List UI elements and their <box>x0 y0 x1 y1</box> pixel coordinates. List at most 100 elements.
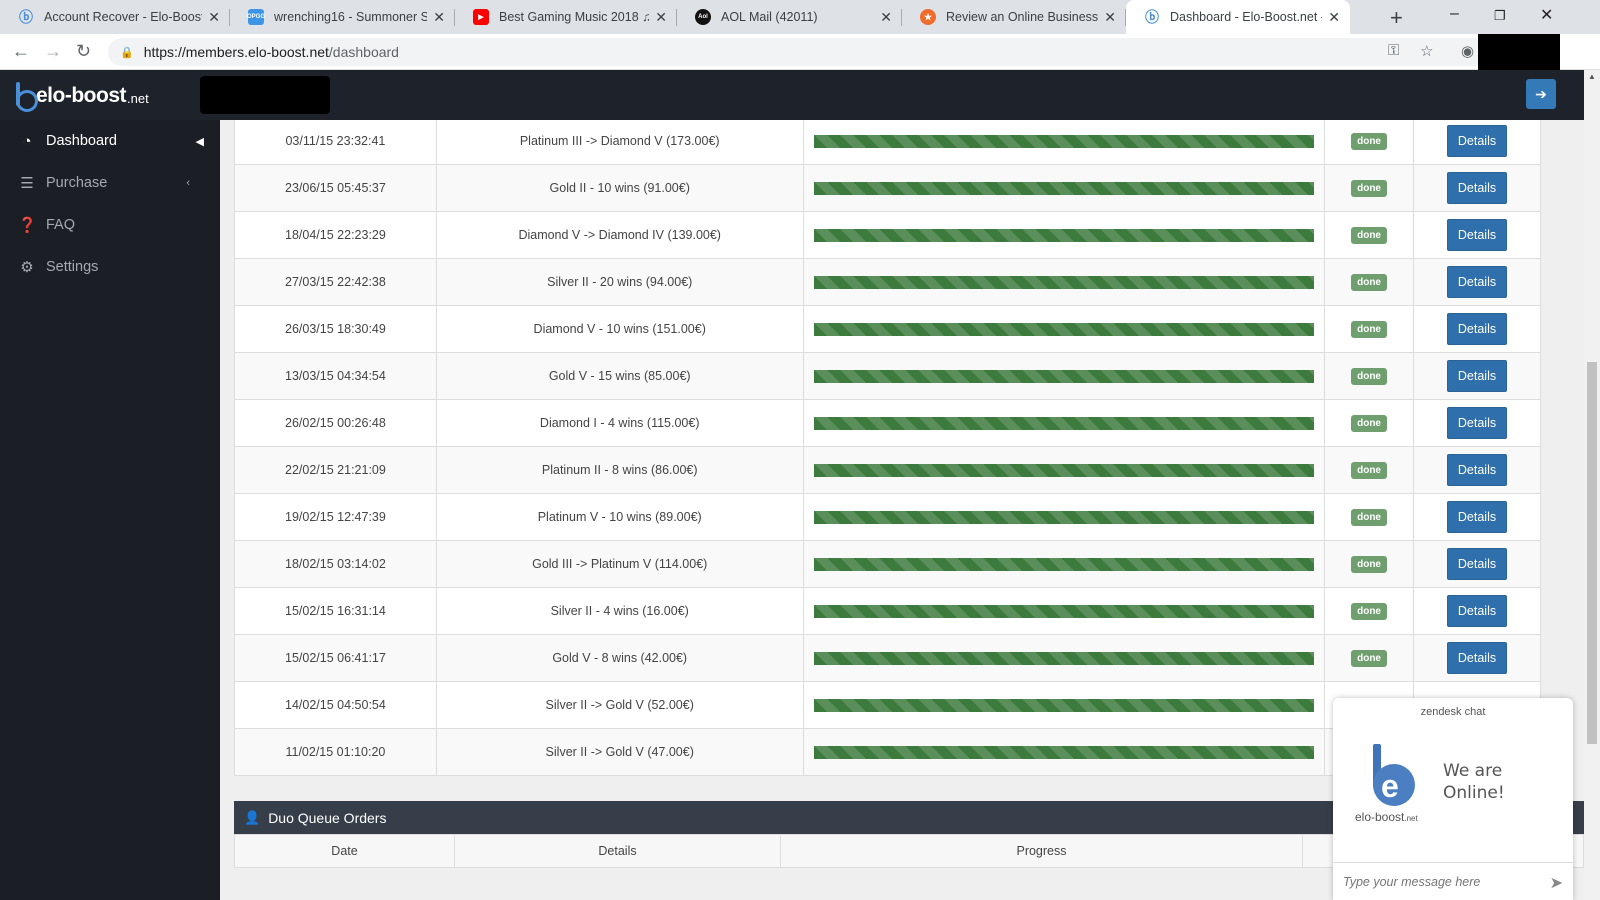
order-date: 23/06/15 05:45:37 <box>234 164 437 212</box>
page-scrollbar[interactable]: ▲ <box>1584 70 1600 900</box>
order-details: Diamond V - 10 wins (151.00€) <box>435 305 804 353</box>
details-button[interactable]: Details <box>1446 501 1508 533</box>
sidebar-item-label: FAQ <box>46 217 76 233</box>
order-status-cell: done <box>1324 305 1415 353</box>
site-logo[interactable]: elo-boost .net <box>16 82 149 112</box>
progress-bar <box>813 275 1315 289</box>
chat-logo-word: elo-boost.net <box>1355 810 1418 824</box>
details-button[interactable]: Details <box>1446 219 1508 251</box>
order-details: Platinum III -> Diamond V (173.00€) <box>435 120 804 165</box>
maximize-button[interactable]: ❐ <box>1494 8 1506 24</box>
order-action-cell: Details <box>1413 540 1541 588</box>
details-button[interactable]: Details <box>1446 266 1508 298</box>
order-date: 15/02/15 16:31:14 <box>234 587 437 635</box>
extension-icon[interactable]: ◉ <box>1461 42 1474 60</box>
elo-boost-icon: ⓑ <box>19 9 33 25</box>
url-input[interactable]: 🔒 https://members.elo-boost.net/dashboar… <box>108 38 1488 66</box>
sidebar-item-label: Purchase <box>46 175 108 191</box>
key-icon[interactable]: ⚿ <box>1388 42 1399 59</box>
order-date: 03/11/15 23:32:41 <box>234 120 437 165</box>
close-tab-icon[interactable]: ✕ <box>1328 9 1340 26</box>
new-tab-button[interactable]: + <box>1390 5 1403 31</box>
order-progress-cell <box>802 493 1326 541</box>
status-badge: done <box>1351 179 1387 197</box>
details-button[interactable]: Details <box>1446 125 1508 157</box>
logout-button[interactable]: ➔ <box>1526 79 1556 109</box>
order-progress-cell <box>802 399 1326 447</box>
order-status-cell: done <box>1324 352 1415 400</box>
details-button[interactable]: Details <box>1446 172 1508 204</box>
chat-status-message: We are Online! <box>1443 760 1505 804</box>
close-tab-icon[interactable]: ✕ <box>880 9 892 26</box>
table-row: 18/04/15 22:23:29 Diamond V -> Diamond IV… <box>234 211 1541 259</box>
details-button[interactable]: Details <box>1446 454 1508 486</box>
table-row: 22/02/15 21:21:09 Platinum II - 8 wins (8… <box>234 446 1541 494</box>
table-row: 26/02/15 00:26:48 Diamond I - 4 wins (115… <box>234 399 1541 447</box>
caret-left-icon: ◀ <box>195 135 204 148</box>
order-action-cell: Details <box>1413 399 1541 447</box>
browser-tab[interactable]: ★ Review an Online Business ✕ <box>902 0 1126 34</box>
minimize-button[interactable]: – <box>1450 5 1459 23</box>
order-details: Gold III -> Platinum V (114.00€) <box>435 540 804 588</box>
details-button[interactable]: Details <box>1446 313 1508 345</box>
browser-tab[interactable]: ⓑ Account Recover - Elo-Boost.net ✕ <box>0 0 230 34</box>
details-button[interactable]: Details <box>1446 407 1508 439</box>
back-arrow-icon[interactable]: ← <box>12 41 30 62</box>
sidebar-item-purchase[interactable]: ☰ Purchase ‹ <box>0 162 220 204</box>
order-date: 18/02/15 03:14:02 <box>234 540 437 588</box>
column-header-progress: Progress <box>780 834 1303 868</box>
status-badge: done <box>1351 555 1387 573</box>
cogs-icon: ⚙ <box>20 259 34 276</box>
browser-tab[interactable]: ▶ Best Gaming Music 2018 ♫ Best ✕ <box>455 0 677 34</box>
chat-brand: zendesk chat <box>1420 706 1486 718</box>
order-details: Platinum V - 10 wins (89.00€) <box>435 493 804 541</box>
reload-icon[interactable]: ↻ <box>76 41 91 62</box>
browser-tab[interactable]: OPGG wrenching16 - Summoner Stats ✕ <box>230 0 455 34</box>
url-host: https://members.elo-boost.net <box>143 44 329 60</box>
chat-message-input[interactable] <box>1343 874 1533 889</box>
sidebar: ◔ Dashboard ◀ ☰ Purchase ‹ ❓ FAQ ⚙ Setti… <box>0 120 220 900</box>
details-button[interactable]: Details <box>1446 642 1508 674</box>
scrollbar-thumb[interactable] <box>1587 362 1597 744</box>
order-status-cell: done <box>1324 164 1415 212</box>
panel-title: Duo Queue Orders <box>268 809 387 826</box>
sidebar-item-dashboard[interactable]: ◔ Dashboard ◀ <box>0 120 220 162</box>
browser-tab-active[interactable]: ⓑ Dashboard - Elo-Boost.net - LC ✕ <box>1126 0 1350 34</box>
status-badge: done <box>1351 461 1387 479</box>
order-details: Gold II - 10 wins (91.00€) <box>435 164 804 212</box>
order-action-cell: Details <box>1413 211 1541 259</box>
order-date: 18/04/15 22:23:29 <box>234 211 437 259</box>
order-progress-cell <box>802 634 1326 682</box>
window-close-button[interactable]: ✕ <box>1540 5 1553 25</box>
details-button[interactable]: Details <box>1446 595 1508 627</box>
order-details: Platinum II - 8 wins (86.00€) <box>435 446 804 494</box>
details-button[interactable]: Details <box>1446 360 1508 392</box>
chat-logo-tld: .net <box>1404 814 1418 823</box>
scroll-up-arrow-icon[interactable]: ▲ <box>1588 72 1596 81</box>
sidebar-item-faq[interactable]: ❓ FAQ <box>0 204 220 246</box>
status-badge: done <box>1351 414 1387 432</box>
order-status-cell: done <box>1324 120 1415 165</box>
close-tab-icon[interactable]: ✕ <box>1104 9 1116 26</box>
bookmark-star-icon[interactable]: ☆ <box>1420 42 1433 60</box>
details-button[interactable]: Details <box>1446 548 1508 580</box>
close-tab-icon[interactable]: ✕ <box>208 9 220 26</box>
table-row: 15/02/15 06:41:17 Gold V - 8 wins (42.00€… <box>234 634 1541 682</box>
order-action-cell: Details <box>1413 634 1541 682</box>
order-progress-cell <box>802 258 1326 306</box>
aol-icon: Aol <box>695 9 711 25</box>
table-row: 18/02/15 03:14:02 Gold III -> Platinum V … <box>234 540 1541 588</box>
order-details: Silver II -> Gold V (47.00€) <box>435 728 804 776</box>
chat-status-line: Online! <box>1443 783 1505 803</box>
table-row: 15/02/15 16:31:14 Silver II - 4 wins (16.… <box>234 587 1541 635</box>
forward-arrow-icon[interactable]: → <box>44 41 62 62</box>
send-icon[interactable]: ➤ <box>1550 873 1563 893</box>
browser-tab[interactable]: Aol AOL Mail (42011) ✕ <box>677 0 902 34</box>
chat-widget[interactable]: zendesk chat e elo-boost.net We are Onli… <box>1333 698 1573 900</box>
sidebar-item-settings[interactable]: ⚙ Settings <box>0 246 220 288</box>
tab-title: wrenching16 - Summoner Stats <box>274 10 428 24</box>
close-tab-icon[interactable]: ✕ <box>433 9 445 26</box>
order-action-cell: Details <box>1413 493 1541 541</box>
elo-boost-icon: ⓑ <box>1145 9 1159 25</box>
close-tab-icon[interactable]: ✕ <box>655 9 667 26</box>
